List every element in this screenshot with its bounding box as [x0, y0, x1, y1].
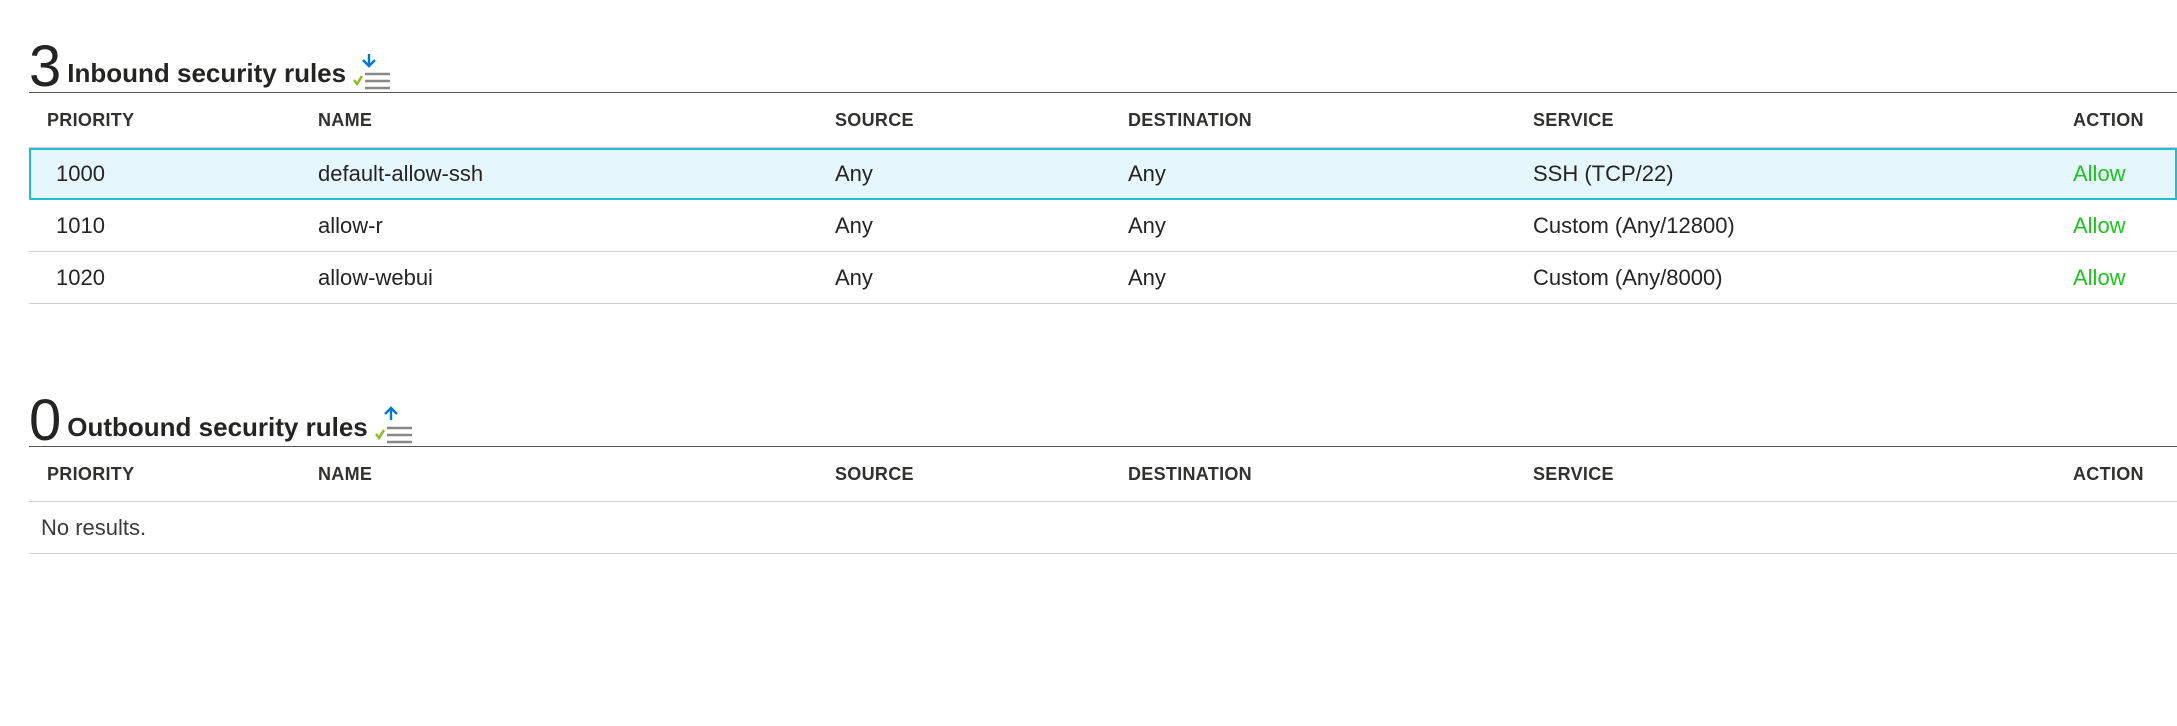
- cell-name: allow-webui: [318, 264, 433, 290]
- cell-priority: 1010: [56, 212, 105, 238]
- inbound-rules-section: 3 Inbound security rules PRIORITY NAME S…: [29, 28, 2177, 304]
- inbound-count: 3: [29, 34, 62, 99]
- column-priority[interactable]: PRIORITY: [29, 110, 300, 131]
- empty-results-message: No results.: [29, 502, 2177, 554]
- outbound-count: 0: [29, 388, 62, 453]
- column-source[interactable]: SOURCE: [817, 464, 1110, 485]
- column-destination[interactable]: DESTINATION: [1110, 464, 1515, 485]
- cell-name: allow-r: [318, 212, 383, 238]
- outbound-header: 0 Outbound security rules: [29, 382, 2177, 450]
- cell-source: Any: [835, 264, 873, 290]
- cell-service: SSH (TCP/22): [1533, 160, 1674, 186]
- sort-down-icon[interactable]: [352, 50, 392, 94]
- table-row[interactable]: 1000 default-allow-ssh Any Any SSH (TCP/…: [29, 148, 2177, 200]
- column-service[interactable]: SERVICE: [1515, 110, 2055, 131]
- column-action[interactable]: ACTION: [2055, 464, 2177, 485]
- cell-priority: 1020: [56, 264, 105, 290]
- table-header: PRIORITY NAME SOURCE DESTINATION SERVICE…: [29, 93, 2177, 148]
- column-priority[interactable]: PRIORITY: [29, 464, 300, 485]
- cell-service: Custom (Any/12800): [1533, 212, 1735, 238]
- cell-destination: Any: [1128, 160, 1166, 186]
- table-header: PRIORITY NAME SOURCE DESTINATION SERVICE…: [29, 447, 2177, 502]
- sort-up-icon[interactable]: [374, 404, 414, 448]
- cell-source: Any: [835, 212, 873, 238]
- column-name[interactable]: NAME: [300, 464, 817, 485]
- inbound-title: Inbound security rules: [67, 58, 347, 88]
- cell-destination: Any: [1128, 212, 1166, 238]
- column-service[interactable]: SERVICE: [1515, 464, 2055, 485]
- cell-source: Any: [835, 160, 873, 186]
- cell-action: Allow: [2073, 264, 2126, 290]
- inbound-rules-table: PRIORITY NAME SOURCE DESTINATION SERVICE…: [29, 92, 2177, 304]
- table-row[interactable]: 1020 allow-webui Any Any Custom (Any/800…: [29, 252, 2177, 304]
- outbound-title: Outbound security rules: [67, 412, 368, 442]
- outbound-rules-table: PRIORITY NAME SOURCE DESTINATION SERVICE…: [29, 446, 2177, 554]
- table-row[interactable]: 1010 allow-r Any Any Custom (Any/12800) …: [29, 200, 2177, 252]
- column-action[interactable]: ACTION: [2055, 110, 2177, 131]
- cell-action: Allow: [2073, 160, 2126, 186]
- outbound-rules-section: 0 Outbound security rules PRIORITY NAME …: [29, 382, 2177, 554]
- cell-priority: 1000: [56, 160, 105, 186]
- cell-destination: Any: [1128, 264, 1166, 290]
- inbound-header: 3 Inbound security rules: [29, 28, 2177, 96]
- cell-name: default-allow-ssh: [318, 160, 484, 186]
- column-name[interactable]: NAME: [300, 110, 817, 131]
- column-source[interactable]: SOURCE: [817, 110, 1110, 131]
- cell-service: Custom (Any/8000): [1533, 264, 1723, 290]
- cell-action: Allow: [2073, 212, 2126, 238]
- column-destination[interactable]: DESTINATION: [1110, 110, 1515, 131]
